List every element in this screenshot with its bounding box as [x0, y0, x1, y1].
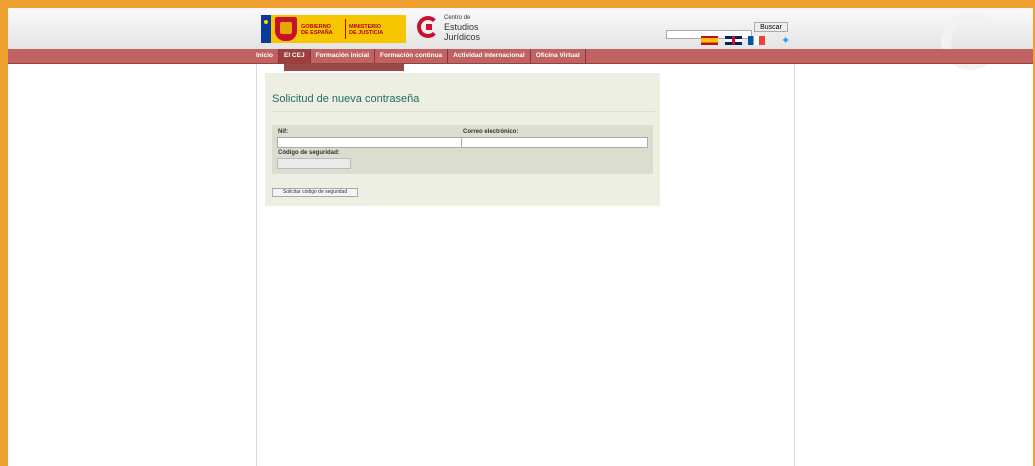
site-header [8, 8, 1033, 49]
gov-line2: DE ESPAÑA [301, 30, 333, 36]
logo-divider [345, 19, 346, 39]
nav-item-inicio[interactable]: Inicio [251, 49, 279, 63]
submenu-dropdown[interactable] [284, 64, 404, 71]
password-request-panel: Solicitud de nueva contraseña Nif: Corre… [265, 73, 660, 206]
twitter-icon[interactable]: ✦ [781, 34, 790, 47]
content-left-border [256, 64, 257, 466]
cej-line3: Jurídicos [444, 32, 481, 42]
nav-item-el-cej[interactable]: El CEJ [278, 49, 311, 63]
cej-logo[interactable]: Centro de Estudios Jurídicos [415, 14, 495, 44]
cej-mark-icon [417, 16, 439, 38]
cej-line1: Centro de [444, 15, 471, 21]
request-code-button[interactable]: Solicitar código de seguridad [272, 188, 358, 197]
coat-of-arms-icon [275, 17, 297, 41]
gobierno-text: GOBIERNO DE ESPAÑA [301, 24, 333, 36]
nif-field[interactable] [277, 137, 462, 148]
eu-flag-icon [261, 15, 271, 43]
email-field[interactable] [461, 137, 648, 148]
ministerio-text: MINISTERIO DE JUSTICIA [349, 24, 383, 36]
search-button[interactable]: Buscar [754, 22, 788, 32]
content-right-border [794, 64, 795, 466]
security-code-field[interactable] [277, 158, 351, 169]
security-code-label: Código de seguridad: [278, 150, 340, 156]
main-nav: Inicio El CEJ Formación inicial Formació… [251, 49, 586, 63]
spanish-flag-icon[interactable] [701, 36, 718, 45]
ministry-line2: DE JUSTICIA [349, 30, 384, 36]
browser-frame [0, 0, 1035, 466]
request-form: Nif: Correo electrónico: Código de segur… [272, 125, 653, 174]
nav-item-oficina-virtual[interactable]: Oficina Virtual [531, 49, 586, 63]
french-flag-icon[interactable] [748, 36, 765, 45]
nav-item-formacion-continua[interactable]: Formación continua [375, 49, 449, 63]
nav-item-formacion-inicial[interactable]: Formación inicial [311, 49, 376, 63]
uk-flag-icon[interactable] [725, 36, 742, 45]
nav-item-actividad-internacional[interactable]: Actividad internacional [448, 49, 531, 63]
gobierno-logo[interactable]: GOBIERNO DE ESPAÑA MINISTERIO DE JUSTICI… [261, 15, 406, 43]
page-title: Solicitud de nueva contraseña [272, 93, 420, 105]
cej-line2: Estudios [444, 22, 479, 32]
nif-label: Nif: [278, 129, 288, 135]
email-label: Correo electrónico: [463, 129, 519, 135]
title-divider [272, 111, 655, 112]
